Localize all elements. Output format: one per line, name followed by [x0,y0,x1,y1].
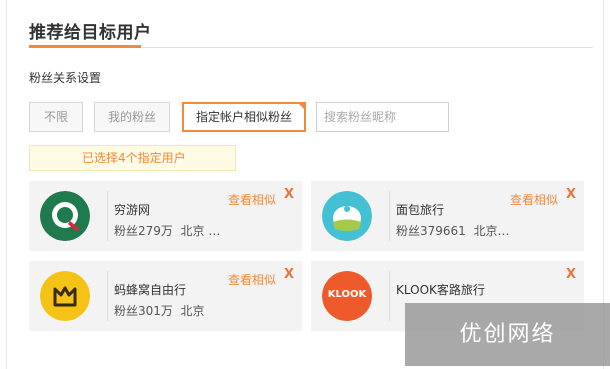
account-card: 蚂蜂窝自由行 粉丝301万 北京 查看相似 X [29,261,302,331]
card-divider [389,271,390,321]
account-name: 穷游网 [114,203,151,217]
view-similar-link[interactable]: 查看相似 [228,271,276,288]
page-title: 推荐给目标用户 [29,23,152,43]
mafengwo-logo-icon [40,271,90,321]
account-meta: 粉丝279万 北京 … [114,222,220,239]
fans-count: 粉丝279万 [114,224,173,238]
search-input[interactable] [316,102,449,132]
remove-button[interactable]: X [284,267,294,282]
account-card: 穷游网 粉丝279万 北京 … 查看相似 X [29,181,302,251]
klook-logo-icon: KLOOK [322,271,372,321]
account-meta: 粉丝301万 北京 [114,302,205,319]
view-similar-link[interactable]: 查看相似 [228,191,276,208]
account-name: KLOOK客路旅行 [396,283,485,297]
klook-logo-text: KLOOK [327,289,367,300]
selected-corner-icon [297,102,306,111]
view-similar-link[interactable]: 查看相似 [510,191,558,208]
option-similar-fans-label: 指定帐户相似粉丝 [195,110,292,124]
account-city: 北京 [180,304,205,318]
card-divider [107,271,108,321]
section-label: 粉丝关系设置 [29,71,102,85]
qyer-logo-icon [40,191,90,241]
bread-trip-logo-icon [322,191,372,241]
watermark: 优创网络 [405,303,610,366]
account-city: 北京… [473,224,510,238]
account-city: 北京 … [180,224,221,238]
account-name: 蚂蜂窝自由行 [114,283,187,297]
account-meta: 粉丝379661 北京… [396,222,509,239]
option-similar-fans[interactable]: 指定帐户相似粉丝 [182,102,306,132]
fans-count: 粉丝301万 [114,304,173,318]
option-my-fans[interactable]: 我的粉丝 [94,102,170,132]
account-card: 面包旅行 粉丝379661 北京… 查看相似 X [311,181,584,251]
card-divider [107,191,108,241]
selection-notice: 已选择4个指定用户 [29,145,236,171]
fans-count: 粉丝379661 [396,224,466,238]
option-unlimited[interactable]: 不限 [29,102,83,132]
card-divider [389,191,390,241]
remove-button[interactable]: X [566,187,576,202]
account-name: 面包旅行 [396,203,445,217]
remove-button[interactable]: X [566,267,576,282]
title-underline [29,45,141,48]
remove-button[interactable]: X [284,187,294,202]
